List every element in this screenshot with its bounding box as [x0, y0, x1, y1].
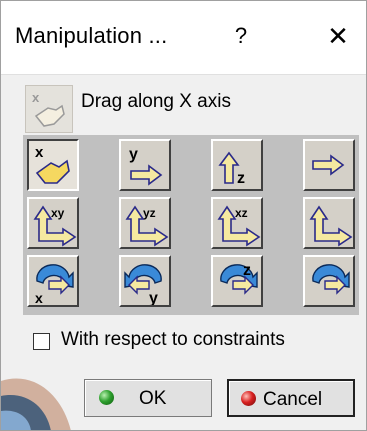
close-button[interactable]: ✕: [321, 21, 355, 53]
cancel-button[interactable]: Cancel: [227, 379, 355, 417]
arrow-right-icon: [312, 154, 345, 176]
x-letter: x: [35, 290, 43, 305]
drag-along-any-axis-button[interactable]: [303, 139, 355, 191]
drag-around-any-axis-button[interactable]: [303, 255, 355, 307]
drag-around-x-axis-button[interactable]: x: [27, 255, 79, 307]
title-bar: Manipulation ... ? ✕: [1, 1, 366, 75]
xz-letter: xz: [235, 206, 248, 220]
hand-drag-x-icon: x: [35, 144, 70, 184]
yz-letter: yz: [143, 206, 156, 220]
drag-along-any-plane-button[interactable]: [303, 197, 355, 249]
tool-grid: x y z xy yz xz x y z: [23, 135, 359, 315]
green-dot-icon: [99, 390, 114, 405]
arrow-z-icon: z: [218, 151, 245, 187]
constraints-label[interactable]: With respect to constraints: [61, 329, 285, 351]
dialog-title: Manipulation ...: [15, 23, 168, 48]
ok-button[interactable]: OK: [84, 379, 212, 417]
help-button[interactable]: ?: [229, 23, 253, 53]
arrow-y-icon: y: [129, 146, 163, 186]
drag-around-y-axis-button[interactable]: y: [119, 255, 171, 307]
z-letter: z: [237, 170, 245, 187]
drag-along-xz-plane-button[interactable]: xz: [211, 197, 263, 249]
drag-along-z-axis-button[interactable]: z: [211, 139, 263, 191]
red-dot-icon: [241, 391, 256, 406]
x-letter: x: [32, 90, 40, 105]
z-letter: z: [243, 262, 251, 279]
drag-along-xy-plane-button[interactable]: xy: [27, 197, 79, 249]
manipulation-dialog: Manipulation ... ? ✕ x Drag along X axis…: [0, 0, 367, 431]
hand-drag-x-icon: x: [32, 90, 65, 127]
current-action-icon: x: [25, 85, 73, 133]
drag-around-z-axis-button[interactable]: z: [211, 255, 263, 307]
rotate-z-icon: z: [220, 262, 258, 295]
plane-yz-icon: yz: [125, 205, 169, 247]
plane-xy-icon: xy: [33, 205, 77, 247]
constraints-checkbox[interactable]: [33, 333, 50, 350]
rotate-x-icon: x: [35, 264, 74, 305]
current-action-label: Drag along X axis: [81, 91, 231, 112]
cancel-label: Cancel: [263, 389, 323, 410]
drag-along-x-axis-button[interactable]: x: [27, 139, 79, 191]
y-letter: y: [129, 146, 138, 163]
rotate-y-icon: y: [124, 264, 162, 305]
plane-xz-icon: xz: [217, 205, 261, 247]
xy-letter: xy: [51, 206, 65, 220]
x-letter: x: [35, 144, 44, 161]
plane-any-icon: [309, 205, 353, 247]
y-letter: y: [149, 290, 158, 305]
drag-along-yz-plane-button[interactable]: yz: [119, 197, 171, 249]
ok-label: OK: [139, 388, 167, 409]
rotate-any-icon: [312, 264, 350, 295]
drag-along-y-axis-button[interactable]: y: [119, 139, 171, 191]
